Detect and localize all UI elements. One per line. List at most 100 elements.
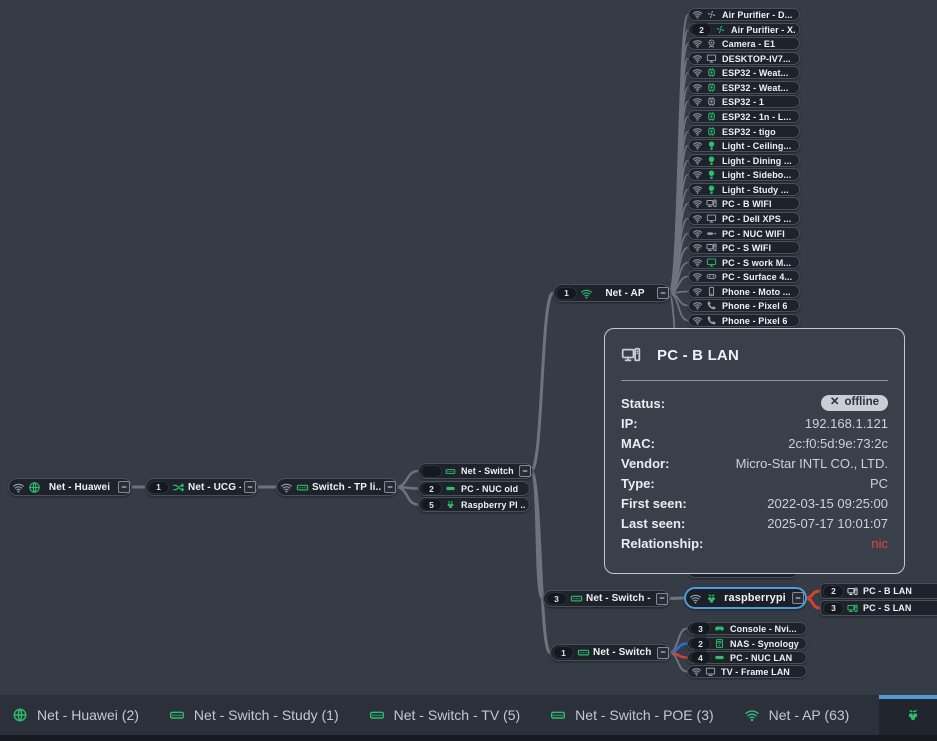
pc-icon	[706, 198, 717, 209]
node-count-badge: 1	[556, 287, 577, 300]
graph-node-ap-phone-moto[interactable]: Phone - Moto ...	[688, 285, 800, 298]
node-label: Switch - TP li...	[312, 482, 381, 493]
collapse-button[interactable]: −	[657, 647, 669, 659]
graph-node-pc-b-lan[interactable]: 2PC - B LAN	[820, 583, 937, 599]
graph-node-ap-esp32-tigo[interactable]: ESP32 - tigo	[688, 125, 800, 138]
graph-node-ap-pc-s-work[interactable]: PC - S work M...	[688, 256, 800, 269]
monitor-icon	[706, 213, 717, 224]
graph-node-ap-light-sidebo[interactable]: Light - Sidebo...	[688, 168, 800, 181]
node-count-badge: 1	[148, 481, 169, 494]
camera-icon	[706, 38, 717, 49]
switch-icon	[570, 592, 583, 605]
tab-net-switch-tv-5[interactable]: Net - Switch - TV (5)	[369, 695, 521, 735]
node-label: DESKTOP-IV7...	[720, 54, 796, 64]
collapse-button[interactable]: −	[656, 593, 668, 605]
popup-row: Relationship:nic	[621, 533, 888, 553]
node-count-badge: 3	[823, 602, 844, 615]
collapse-button[interactable]: −	[118, 481, 130, 493]
collapse-button[interactable]: −	[244, 481, 256, 493]
node-count-badge: 2	[823, 585, 844, 598]
wifi-icon	[692, 213, 703, 224]
graph-node-ap-phone-pixel1[interactable]: Phone - Pixel 6	[688, 299, 800, 312]
tab-raspberrypi-2[interactable]: raspberrypi (2)	[879, 695, 937, 735]
node-label: ESP32 - Weat...	[720, 68, 796, 78]
collapse-button[interactable]: −	[384, 481, 396, 493]
node-count-badge: 2	[691, 23, 712, 36]
popup-field-value: Micro-Star INTL CO., LTD.	[736, 456, 888, 471]
graph-node-ap-esp32-weat1[interactable]: ESP32 - Weat...	[688, 66, 800, 79]
graph-node-tv-frame-lan[interactable]: TV - Frame LAN	[687, 665, 807, 678]
popup-field-value: 2025-07-17 10:01:07	[767, 516, 888, 531]
popup-field-label: Type:	[621, 476, 655, 491]
popup-row: Last seen:2025-07-17 10:01:07	[621, 513, 888, 533]
switch-icon	[445, 466, 456, 477]
wifi-icon	[580, 287, 593, 300]
wifi-icon	[692, 315, 703, 326]
tab-net-huawei-2[interactable]: Net - Huawei (2)	[12, 695, 139, 735]
graph-node-net-switch-b[interactable]: 3Net - Switch - ...−	[543, 590, 670, 607]
pc-icon	[847, 603, 858, 614]
wifi-icon	[691, 666, 702, 677]
switch-icon	[550, 707, 566, 723]
graph-node-pc-s-lan[interactable]: 3PC - S LAN	[820, 600, 937, 616]
graph-node-ap-pc-s-wifi[interactable]: PC - S WIFI	[688, 241, 800, 254]
collapse-button[interactable]: −	[519, 465, 531, 477]
graph-node-ap-esp32-weat2[interactable]: ESP32 - Weat...	[688, 81, 800, 94]
handset-icon	[706, 315, 717, 326]
graph-node-raspberry-pi-5[interactable]: 5Raspberry PI ...	[418, 497, 530, 512]
graph-node-ap-pc-nuc-wifi[interactable]: PC - NUC WIFI	[688, 227, 800, 240]
node-label: Light - Ceiling...	[720, 141, 796, 151]
handset-icon	[706, 300, 717, 311]
tab-net-ap-63[interactable]: Net - AP (63)	[744, 695, 850, 735]
graph-node-ap-light-dining[interactable]: Light - Dining ...	[688, 154, 800, 167]
graph-node-nas-synology[interactable]: 2NAS - Synology	[687, 637, 807, 650]
wifi-icon	[692, 257, 703, 268]
wifi-icon	[692, 271, 703, 282]
graph-node-pc-nuc-old[interactable]: 2PC - NUC old	[418, 481, 530, 496]
node-label: Air Purifier - D...	[720, 10, 796, 20]
raspberry-icon	[705, 592, 718, 605]
graph-node-switch-tp[interactable]: Switch - TP li...−	[276, 478, 398, 496]
tab-net-switch-poe-3[interactable]: Net - Switch - POE (3)	[550, 695, 713, 735]
graph-node-console-nvi[interactable]: 3Console - Nvi...	[687, 622, 807, 635]
node-label: TV - Frame LAN	[719, 667, 803, 677]
node-label: Air Purifier - X...	[729, 25, 796, 35]
wifi-icon	[692, 300, 703, 311]
graph-node-net-ap[interactable]: 1Net - AP−	[553, 284, 671, 302]
graph-node-ap-pc-surface[interactable]: PC - Surface 4...	[688, 270, 800, 283]
node-label: PC - B WIFI	[720, 199, 796, 209]
graph-node-ap-pc-dell[interactable]: PC - Dell XPS ...	[688, 212, 800, 225]
collapse-button[interactable]: −	[792, 592, 804, 604]
wifi-icon	[692, 67, 703, 78]
popup-detail-rows: Status:✕offlineIP:192.168.1.121MAC:2c:f0…	[621, 393, 888, 553]
graph-node-ap-esp32-1[interactable]: ESP32 - 1	[688, 95, 800, 108]
node-label: PC - NUC WIFI	[720, 229, 796, 239]
graph-node-ap-light-ceiling[interactable]: Light - Ceiling...	[688, 139, 800, 152]
graph-node-ap-air-x[interactable]: 2 Air Purifier - X...	[688, 23, 800, 36]
switch-icon	[369, 707, 385, 723]
tv-icon	[705, 666, 716, 677]
graph-node-ap-phone-pixel2[interactable]: Phone - Pixel 6	[688, 314, 800, 327]
graph-node-net-switch-a[interactable]: Net - Switch - ...−	[418, 463, 533, 479]
node-count-badge: 4	[690, 651, 711, 664]
collapse-button[interactable]: −	[657, 287, 669, 299]
pc-icon	[847, 586, 858, 597]
wifi-icon	[692, 242, 703, 253]
graph-node-ap-camera[interactable]: Camera - E1	[688, 37, 800, 50]
wifi-icon	[692, 198, 703, 209]
popup-field-label: Relationship:	[621, 536, 703, 551]
tab-label: Net - Switch - Study (1)	[194, 707, 339, 723]
graph-node-pc-nuc-lan[interactable]: 4PC - NUC LAN	[687, 651, 807, 664]
graph-node-ap-esp32-1n[interactable]: ESP32 - 1n - L...	[688, 110, 800, 123]
graph-node-net-switch-c[interactable]: 1Net - Switch - ...−	[550, 644, 671, 661]
graph-node-net-huawei[interactable]: Net - Huawei−	[8, 478, 132, 496]
tab-net-switch-study-1[interactable]: Net - Switch - Study (1)	[169, 695, 339, 735]
graph-node-raspberrypi[interactable]: raspberrypi−	[684, 587, 807, 609]
graph-node-ap-air-d[interactable]: Air Purifier - D...	[688, 8, 800, 21]
graph-node-ap-pc-b-wifi[interactable]: PC - B WIFI	[688, 197, 800, 210]
switch-icon	[169, 707, 185, 723]
graph-node-ap-desktop[interactable]: DESKTOP-IV7...	[688, 52, 800, 65]
graph-node-ap-light-study[interactable]: Light - Study ...	[688, 183, 800, 196]
monitor-icon	[706, 53, 717, 64]
graph-node-net-ucg[interactable]: 1Net - UCG - Ul...−	[145, 478, 258, 496]
